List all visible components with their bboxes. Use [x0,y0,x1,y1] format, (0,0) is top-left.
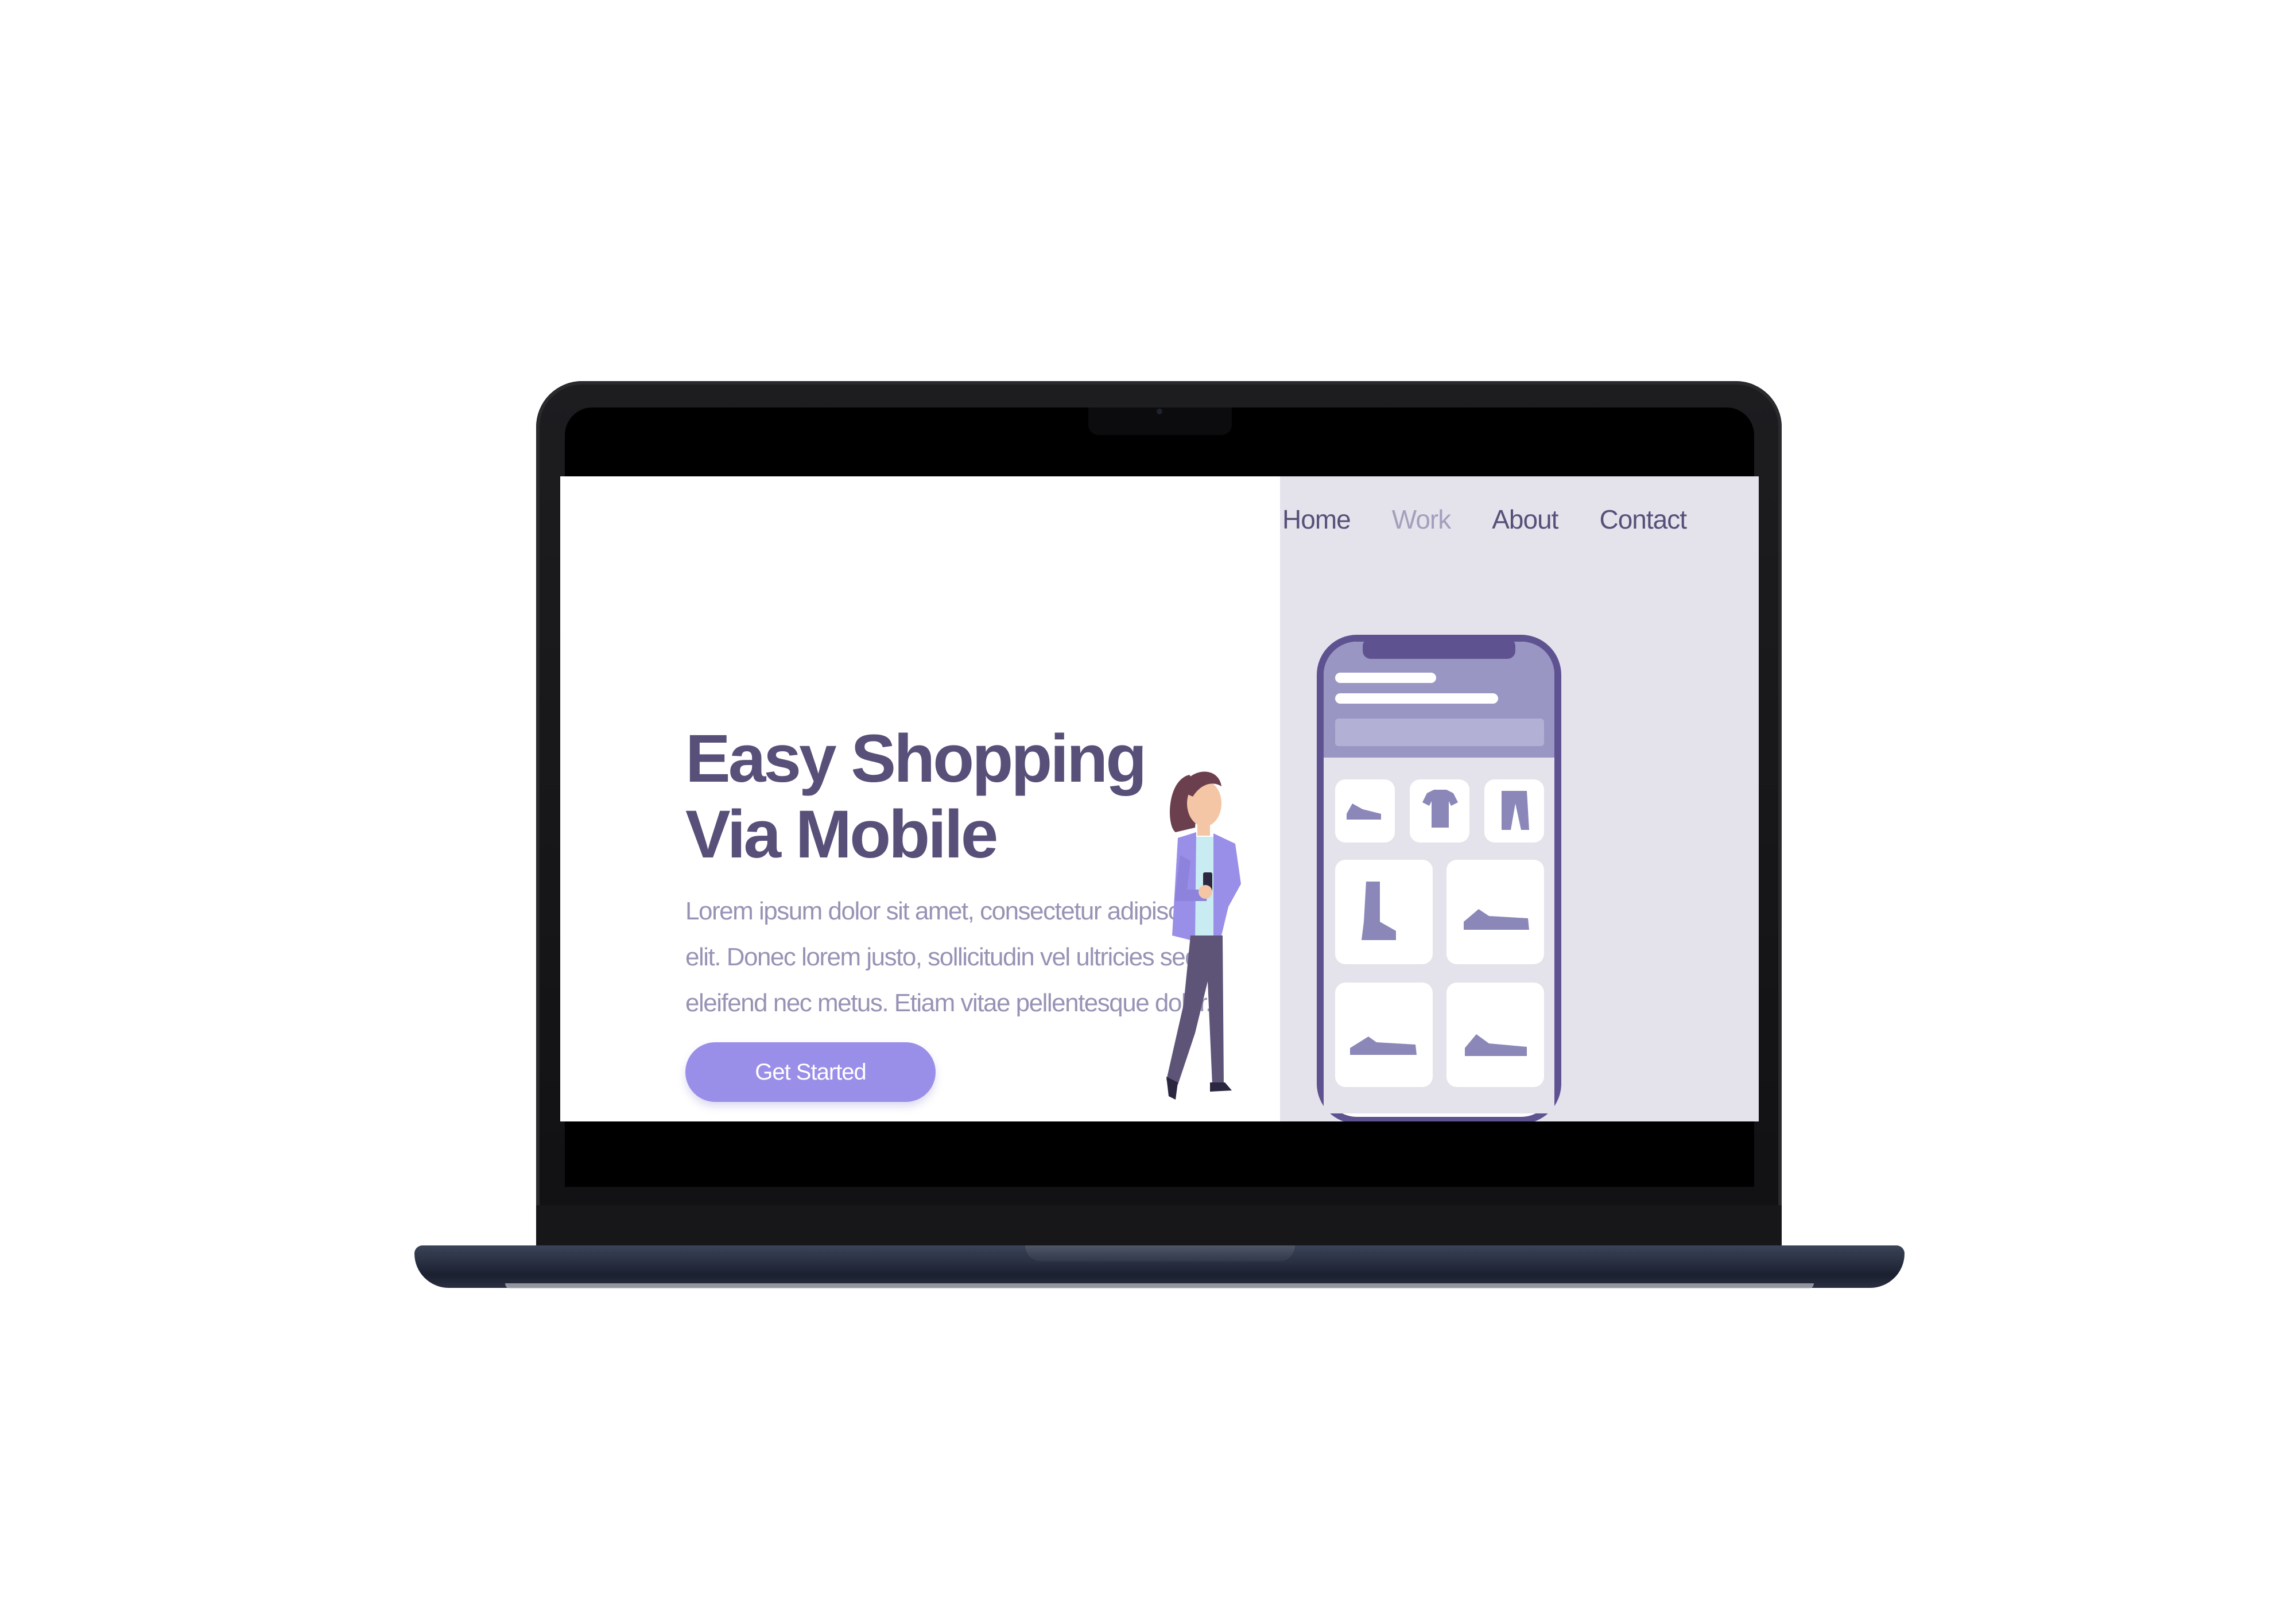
woman-illustration [1166,771,1241,1100]
phone-illustration [1317,635,1561,1121]
trackpad-notch [1025,1245,1295,1261]
laptop-chin [536,1205,1782,1248]
get-started-button[interactable]: Get Started [685,1042,936,1102]
website-screen: Home Work About Contact Easy Shopping Vi… [560,476,1759,1121]
hero-title-line: Easy Shopping [685,721,1147,797]
hero-title-line: Via Mobile [685,797,998,872]
hero-section: Easy Shopping Via Mobile Lorem ipsum dol… [685,721,1212,1102]
laptop-mockup: Home Work About Contact Easy Shopping Vi… [0,0,2296,1607]
hero-description-line: eleifend nec metus. Etiam vitae pellente… [685,989,1212,1017]
hero-description: Lorem ipsum dolor sit amet, consectetur … [685,888,1212,1026]
nav-about-link[interactable]: About [1492,504,1558,535]
hero-description-line: elit. Donec lorem justo, sollicitudin ve… [685,943,1205,971]
hero-description-line: Lorem ipsum dolor sit amet, consectetur … [685,897,1212,925]
nav-home-link[interactable]: Home [1282,504,1351,535]
main-nav: Home Work About Contact [1282,504,1687,535]
hero-title: Easy Shopping Via Mobile [685,721,1190,872]
nav-work-link[interactable]: Work [1392,504,1451,535]
laptop-base-edge [505,1283,1814,1289]
camera-icon [1157,409,1162,414]
nav-contact-link[interactable]: Contact [1599,504,1687,535]
